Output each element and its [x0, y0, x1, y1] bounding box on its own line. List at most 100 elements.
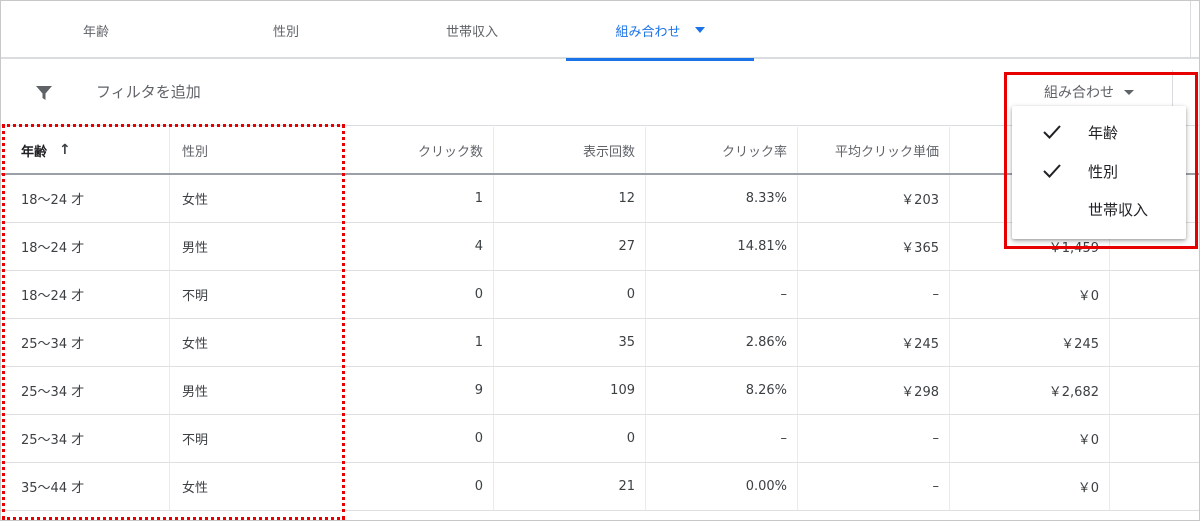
cell-avg-cpc: –: [932, 431, 940, 446]
cell-cost: ￥2,682: [1048, 385, 1099, 400]
cell-ctr: 2.86%: [745, 335, 787, 350]
cell-avg-cpc: –: [932, 287, 940, 302]
filter-icon[interactable]: [35, 84, 53, 102]
column-divider: [169, 127, 170, 173]
sort-ascending-icon[interactable]: ↑: [59, 142, 71, 158]
caret-down-icon[interactable]: [694, 27, 705, 33]
column-divider: [1109, 319, 1110, 366]
cell-gender: 不明: [182, 433, 209, 448]
combination-menu: 年齢 性別 世帯収入: [1012, 106, 1186, 239]
column-divider: [949, 415, 950, 462]
tab-age[interactable]: 年齢: [1, 1, 191, 59]
tab-household-income[interactable]: 世帯収入: [377, 1, 567, 59]
column-divider: [169, 319, 170, 366]
column-divider: [797, 223, 798, 270]
cell-clicks: 0: [474, 479, 483, 494]
tab-gender-label: 性別: [272, 24, 299, 40]
column-divider: [949, 271, 950, 318]
column-header-ctr[interactable]: クリック率: [647, 127, 787, 173]
column-divider: [797, 127, 798, 173]
column-header-age[interactable]: 年齢 ↑: [21, 127, 161, 173]
column-header-avg-cpc[interactable]: 平均クリック単価: [799, 127, 939, 173]
column-divider: [645, 319, 646, 366]
column-header-clicks[interactable]: クリック数: [331, 127, 483, 173]
tab-bar: 年齢 性別 世帯収入 組み合わせ: [1, 1, 1199, 61]
column-divider: [1109, 367, 1110, 414]
table-row[interactable]: 25～34 才 女性 1 35 2.86% ￥245 ￥245: [1, 319, 1199, 367]
cell-clicks: 0: [474, 287, 483, 302]
column-divider: [949, 223, 950, 270]
cell-age: 25～34 才: [21, 337, 85, 352]
cell-age: 25～34 才: [21, 385, 85, 400]
cell-impressions: 109: [610, 383, 635, 398]
menu-item-age[interactable]: 年齢: [1012, 113, 1186, 151]
cell-ctr: 14.81%: [737, 239, 787, 254]
column-divider: [169, 463, 170, 510]
cell-clicks: 0: [474, 431, 483, 446]
cell-avg-cpc: ￥203: [901, 193, 939, 208]
column-divider: [493, 223, 494, 270]
caret-down-icon: [1124, 89, 1134, 95]
table-row[interactable]: 25～34 才 不明 0 0 – – ￥0: [1, 415, 1199, 463]
column-divider: [169, 415, 170, 462]
column-divider: [493, 367, 494, 414]
cell-impressions: 27: [618, 239, 635, 254]
menu-item-gender-label: 性別: [1088, 162, 1119, 181]
column-header-impressions[interactable]: 表示回数: [495, 127, 635, 173]
column-divider: [797, 463, 798, 510]
cell-cost: ￥245: [1061, 337, 1099, 352]
column-divider: [169, 367, 170, 414]
column-divider: [169, 271, 170, 318]
cell-age: 18～24 才: [21, 193, 85, 208]
cell-clicks: 4: [474, 239, 483, 254]
cell-ctr: –: [780, 287, 788, 302]
column-divider: [949, 319, 950, 366]
menu-item-household-income[interactable]: 世帯収入: [1012, 190, 1186, 228]
cell-impressions: 0: [626, 431, 635, 446]
column-divider: [493, 175, 494, 222]
column-divider: [797, 415, 798, 462]
cell-impressions: 35: [618, 335, 635, 350]
column-divider: [493, 319, 494, 366]
tab-gender[interactable]: 性別: [191, 1, 381, 59]
column-divider: [1109, 271, 1110, 318]
cell-cost: ￥0: [1077, 481, 1099, 496]
combination-dropdown-label: 組み合わせ: [1044, 85, 1114, 101]
cell-ctr: 8.26%: [745, 383, 787, 398]
column-divider: [169, 223, 170, 270]
cell-clicks: 9: [474, 383, 483, 398]
column-header-gender[interactable]: 性別: [182, 127, 322, 173]
column-divider: [645, 463, 646, 510]
cell-avg-cpc: ￥245: [901, 337, 939, 352]
column-divider: [797, 367, 798, 414]
column-divider: [645, 175, 646, 222]
cell-ctr: –: [780, 431, 788, 446]
table-row[interactable]: 35～44 才 女性 0 21 0.00% – ￥0: [1, 463, 1199, 511]
cell-ctr: 0.00%: [745, 479, 787, 494]
column-divider: [645, 127, 646, 173]
cell-impressions: 21: [618, 479, 635, 494]
cell-impressions: 0: [626, 287, 635, 302]
column-divider: [645, 415, 646, 462]
tab-age-label: 年齢: [82, 24, 109, 40]
column-divider: [949, 367, 950, 414]
cell-gender: 男性: [182, 385, 209, 400]
column-divider: [949, 127, 950, 173]
column-divider: [169, 175, 170, 222]
column-divider: [645, 367, 646, 414]
cell-clicks: 1: [474, 191, 483, 206]
column-header-age-label: 年齢: [21, 144, 48, 160]
tab-combination-label: 組み合わせ: [615, 24, 681, 40]
column-divider: [797, 319, 798, 366]
cell-gender: 男性: [182, 241, 209, 256]
cell-ctr: 8.33%: [745, 191, 787, 206]
column-divider: [949, 175, 950, 222]
column-divider: [1109, 415, 1110, 462]
add-filter-button[interactable]: フィルタを追加: [96, 81, 201, 102]
menu-item-gender[interactable]: 性別: [1012, 152, 1186, 190]
column-divider: [493, 271, 494, 318]
table-row[interactable]: 25～34 才 男性 9 109 8.26% ￥298 ￥2,682: [1, 367, 1199, 415]
menu-item-age-label: 年齢: [1088, 123, 1119, 142]
table-row[interactable]: 18～24 才 不明 0 0 – – ￥0: [1, 271, 1199, 319]
tab-combination[interactable]: 組み合わせ: [566, 1, 754, 61]
